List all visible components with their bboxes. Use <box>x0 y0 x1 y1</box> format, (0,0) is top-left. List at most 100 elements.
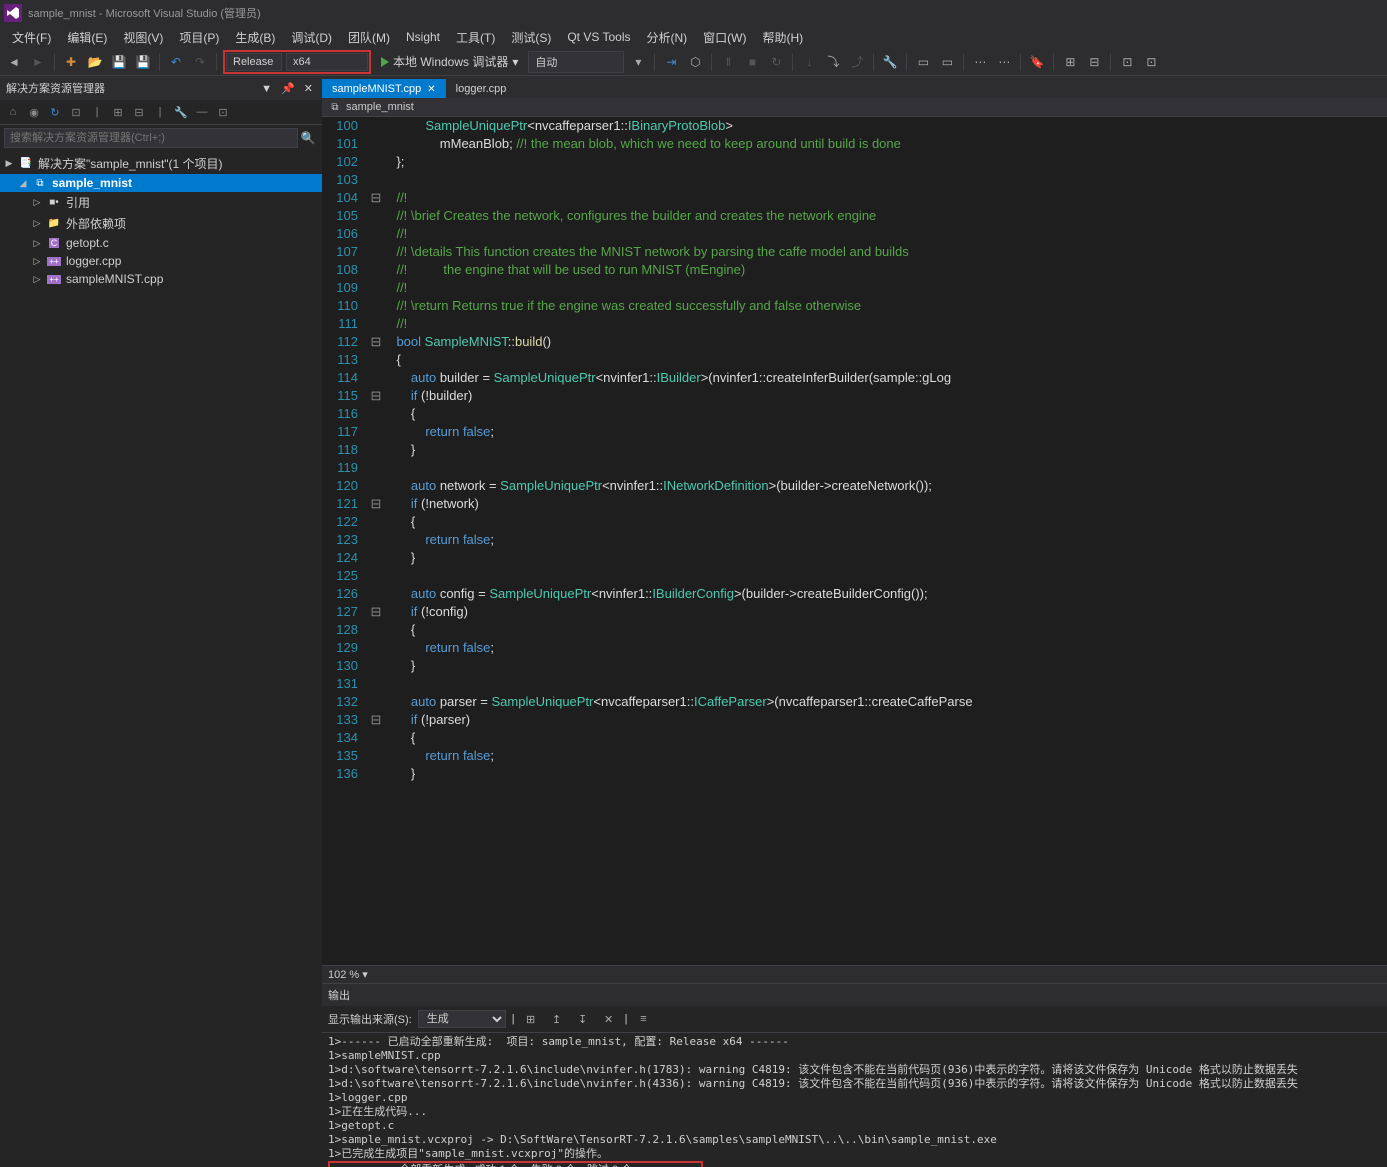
fold-icon[interactable] <box>370 315 382 333</box>
clear-icon[interactable]: ✕ <box>599 1009 619 1029</box>
bookmark-icon[interactable]: 🔖 <box>1027 52 1047 72</box>
expand-icon[interactable]: ▷ <box>32 238 42 249</box>
menu-测试(S)[interactable]: 测试(S) <box>503 26 559 49</box>
fold-icon[interactable] <box>370 693 382 711</box>
search-icon[interactable]: 🔍 <box>298 128 318 148</box>
word-wrap-icon[interactable]: ≡ <box>633 1009 653 1029</box>
fold-icon[interactable] <box>370 747 382 765</box>
fold-icon[interactable] <box>370 459 382 477</box>
menu-文件(F)[interactable]: 文件(F) <box>4 26 59 49</box>
home-icon[interactable]: ⌂ <box>4 103 22 121</box>
save-all-button[interactable]: 💾 <box>133 52 153 72</box>
tree-item-外部依赖项[interactable]: ▷📁外部依赖项 <box>0 213 322 234</box>
comment-icon[interactable]: ⋯ <box>970 52 990 72</box>
solution-node[interactable]: ▶ 📑 解决方案"sample_mnist"(1 个项目) <box>0 153 322 174</box>
menu-分析(N)[interactable]: 分析(N) <box>638 26 695 49</box>
show-all-icon[interactable]: ⊟ <box>130 103 148 121</box>
collapse-icon[interactable]: ◉ <box>25 103 43 121</box>
undo-button[interactable]: ↶ <box>166 52 186 72</box>
menu-编辑(E)[interactable]: 编辑(E) <box>59 26 115 49</box>
fold-icon[interactable] <box>370 549 382 567</box>
output-body[interactable]: 1>------ 已启动全部重新生成: 项目: sample_mnist, 配置… <box>322 1033 1387 1167</box>
fold-icon[interactable] <box>370 351 382 369</box>
expand-icon[interactable]: ▷ <box>32 197 42 208</box>
step-out-icon[interactable]: ⤴ <box>847 52 867 72</box>
tree-item-引用[interactable]: ▷■•引用 <box>0 192 322 213</box>
expand-icon[interactable]: ▶ <box>4 158 14 169</box>
fold-icon[interactable] <box>370 675 382 693</box>
project-node[interactable]: ◢ ⧉ sample_mnist <box>0 174 322 192</box>
pause-icon[interactable]: ‖ <box>718 52 738 72</box>
fold-icon[interactable] <box>370 243 382 261</box>
menu-工具(T)[interactable]: 工具(T) <box>448 26 503 49</box>
fold-icon[interactable] <box>370 531 382 549</box>
expand-icon[interactable]: ▷ <box>32 274 42 285</box>
fold-icon[interactable] <box>370 441 382 459</box>
open-button[interactable]: 📂 <box>85 52 105 72</box>
uncomment-icon[interactable]: ⋯ <box>994 52 1014 72</box>
fold-icon[interactable] <box>370 225 382 243</box>
fold-icon[interactable]: ⊟ <box>370 387 382 405</box>
dropdown-icon[interactable]: ▼ <box>258 83 275 95</box>
fold-icon[interactable] <box>370 405 382 423</box>
solution-search-input[interactable] <box>4 128 298 148</box>
menu-视图(V)[interactable]: 视图(V) <box>115 26 171 49</box>
filter-icon[interactable]: ⊞ <box>109 103 127 121</box>
fold-icon[interactable] <box>370 207 382 225</box>
menu-Nsight[interactable]: Nsight <box>398 27 448 47</box>
code-editor[interactable]: 100 SampleUniquePtr<nvcaffeparser1::IBin… <box>322 117 1387 965</box>
menu-团队(M)[interactable]: 团队(M) <box>340 26 398 49</box>
step-over-icon[interactable]: ⤵ <box>823 52 843 72</box>
step-into-icon[interactable]: ↓ <box>799 52 819 72</box>
fold-icon[interactable] <box>370 117 382 135</box>
tab-logger.cpp[interactable]: logger.cpp <box>446 79 517 98</box>
fold-icon[interactable]: ⊟ <box>370 495 382 513</box>
misc-icon2[interactable]: ⊟ <box>1084 52 1104 72</box>
zoom-indicator[interactable]: 102 % ▾ <box>322 965 1387 983</box>
fold-icon[interactable] <box>370 567 382 585</box>
solution-config-dropdown[interactable]: Release <box>226 53 282 71</box>
misc-icon4[interactable]: ⊡ <box>1141 52 1161 72</box>
nav-forward-button[interactable]: ► <box>28 52 48 72</box>
menu-窗口(W)[interactable]: 窗口(W) <box>695 26 754 49</box>
fold-icon[interactable]: ⊟ <box>370 189 382 207</box>
new-project-button[interactable]: ✚ <box>61 52 81 72</box>
restart-icon[interactable]: ↻ <box>766 52 786 72</box>
fold-icon[interactable] <box>370 153 382 171</box>
fold-icon[interactable] <box>370 171 382 189</box>
expand-icon[interactable]: ▷ <box>32 218 42 229</box>
fold-icon[interactable] <box>370 513 382 531</box>
expand-icon[interactable]: ▷ <box>32 256 42 267</box>
fold-icon[interactable] <box>370 423 382 441</box>
expand-icon[interactable]: ◢ <box>18 178 28 189</box>
prev-msg-icon[interactable]: ↥ <box>547 1009 567 1029</box>
toggle-icon[interactable]: ⊡ <box>214 103 232 121</box>
fold-icon[interactable] <box>370 261 382 279</box>
stop-icon[interactable]: ■ <box>742 52 762 72</box>
fold-icon[interactable] <box>370 639 382 657</box>
output-source-dropdown[interactable]: 生成 <box>418 1010 506 1028</box>
fold-icon[interactable] <box>370 657 382 675</box>
menu-项目(P)[interactable]: 项目(P) <box>171 26 227 49</box>
fold-icon[interactable]: ⊟ <box>370 711 382 729</box>
fold-icon[interactable] <box>370 279 382 297</box>
fold-icon[interactable] <box>370 765 382 783</box>
debug-target-dropdown[interactable]: 自动 <box>528 51 624 73</box>
fold-icon[interactable] <box>370 585 382 603</box>
pin-icon[interactable]: 📌 <box>278 83 298 95</box>
step-button[interactable]: ⇥ <box>661 52 681 72</box>
toolbox-icon2[interactable]: ▭ <box>937 52 957 72</box>
tree-item-getopt.c[interactable]: ▷Cgetopt.c <box>0 234 322 252</box>
fold-icon[interactable] <box>370 135 382 153</box>
menu-帮助(H)[interactable]: 帮助(H) <box>754 26 811 49</box>
hex-button[interactable]: ⬡ <box>685 52 705 72</box>
tree-item-sampleMNIST.cpp[interactable]: ▷++sampleMNIST.cpp <box>0 270 322 288</box>
sync-icon[interactable]: ⊡ <box>67 103 85 121</box>
close-icon[interactable]: ✕ <box>427 84 435 95</box>
properties-icon[interactable]: 🔧 <box>172 103 190 121</box>
preview-icon[interactable]: — <box>193 103 211 121</box>
nav-back-button[interactable]: ◄ <box>4 52 24 72</box>
refresh-icon[interactable]: ↻ <box>46 103 64 121</box>
misc-icon3[interactable]: ⊡ <box>1117 52 1137 72</box>
debug-settings-button[interactable]: ▾ <box>628 52 648 72</box>
